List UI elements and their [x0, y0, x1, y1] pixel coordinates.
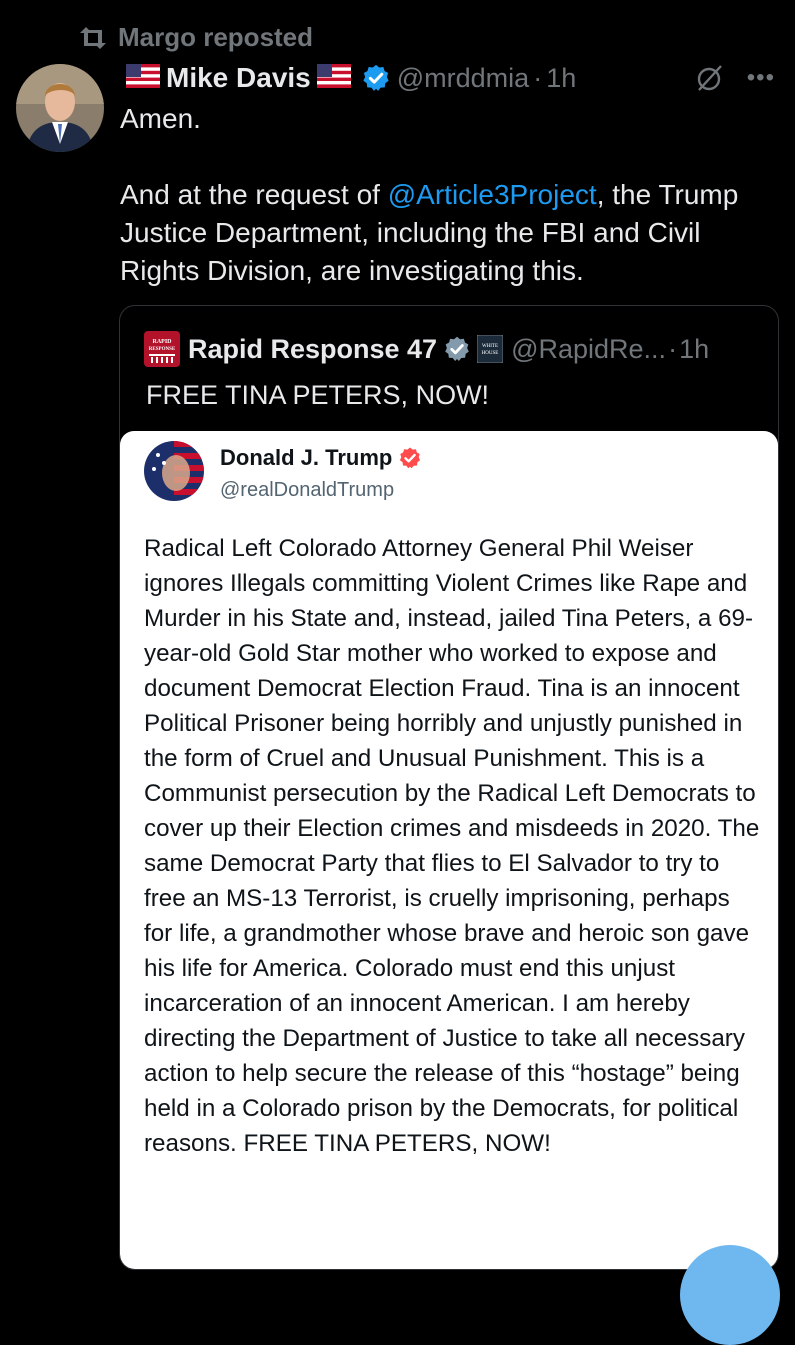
embedded-post-text: Radical Left Colorado Attorney General P…	[144, 535, 760, 1157]
svg-text:HOUSE: HOUSE	[482, 351, 499, 356]
us-flag-icon	[126, 63, 160, 93]
white-house-affiliate-badge-icon: WHITE HOUSE	[477, 335, 504, 363]
quoted-tweet[interactable]: RAPID RESPONSE Rapid Response 47 WHITE H…	[119, 305, 779, 1270]
tweet-header: Mike Davis @mrddmia · 1h •••	[120, 58, 775, 98]
quote-author-handle[interactable]: @RapidRe...	[511, 334, 666, 365]
author-name[interactable]: Mike Davis	[166, 62, 311, 94]
verified-gray-badge-icon	[443, 335, 471, 363]
embedded-author-avatar	[144, 441, 204, 501]
svg-text:RAPID: RAPID	[153, 339, 173, 345]
embedded-post-image[interactable]: Donald J. Trump @realDonaldTrump Radical…	[120, 431, 778, 1269]
separator-dot: ·	[668, 333, 678, 364]
rapid-response-logo-avatar[interactable]: RAPID RESPONSE	[144, 331, 180, 367]
tweet-line-1: Amen.	[120, 103, 201, 134]
embedded-author-name: Donald J. Trump	[220, 445, 393, 470]
verified-badge-icon	[361, 63, 391, 93]
mention-link[interactable]: @Article3Project	[388, 179, 597, 210]
quote-text: FREE TINA PETERS, NOW!	[146, 380, 490, 410]
tweet-text: Amen. And at the request of @Article3Pro…	[120, 100, 780, 290]
quote-timestamp[interactable]: 1h	[679, 334, 709, 365]
truth-verified-badge-icon	[398, 446, 422, 470]
embedded-author-name-row: Donald J. Trump	[220, 445, 422, 471]
repost-label: Margo reposted	[118, 22, 314, 52]
repost-indicator[interactable]: Margo reposted	[78, 22, 313, 53]
separator-dot: ·	[533, 62, 543, 93]
author-avatar[interactable]	[16, 64, 104, 152]
us-flag-icon	[316, 63, 351, 93]
quote-header: RAPID RESPONSE Rapid Response 47 WHITE H…	[144, 331, 764, 367]
timestamp[interactable]: 1h	[546, 63, 576, 94]
header-actions: •••	[695, 63, 775, 93]
more-icon[interactable]: •••	[747, 64, 775, 92]
quote-author-name[interactable]: Rapid Response 47	[188, 334, 437, 365]
embedded-author-handle: @realDonaldTrump	[220, 479, 395, 501]
tweet-line-2: And at the request of @Article3Project, …	[120, 176, 780, 290]
grok-icon[interactable]	[695, 63, 725, 93]
tweet-line-2-prefix: And at the request of	[120, 179, 388, 210]
svg-text:RESPONSE: RESPONSE	[149, 347, 176, 352]
svg-text:WHITE: WHITE	[482, 344, 498, 349]
repost-icon	[80, 26, 106, 49]
compose-fab-button[interactable]	[680, 1245, 780, 1345]
author-handle[interactable]: @mrddmia	[397, 63, 529, 94]
